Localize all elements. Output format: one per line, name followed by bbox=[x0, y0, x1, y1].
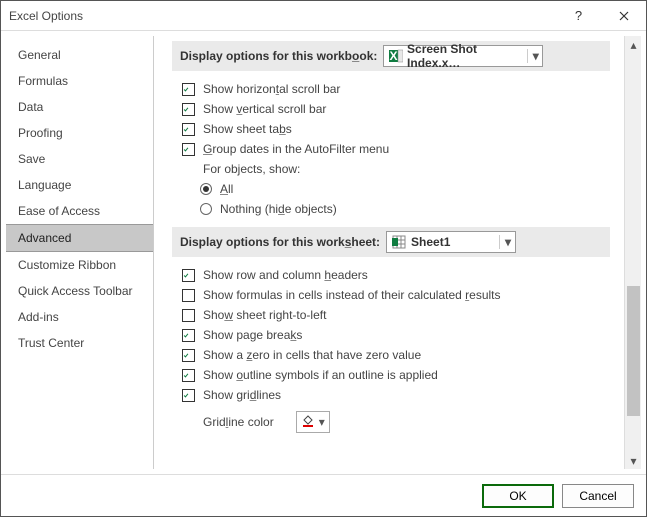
option-show-page-breaks[interactable]: Show page breaks bbox=[172, 325, 610, 345]
option-show-sheet-rtl[interactable]: Show sheet right-to-left bbox=[172, 305, 610, 325]
workbook-section-label: Display options for this workbook: bbox=[180, 49, 377, 63]
workbook-dropdown-value: Screen Shot Index.x… bbox=[407, 42, 523, 70]
titlebar: Excel Options ? bbox=[1, 1, 646, 31]
gridline-color-row: Gridline color ▾ bbox=[172, 405, 610, 436]
dialog-body: General Formulas Data Proofing Save Lang… bbox=[1, 31, 646, 474]
dropdown-arrow-icon: ▾ bbox=[499, 235, 513, 249]
sidebar-item-ease-of-access[interactable]: Ease of Access bbox=[6, 198, 153, 224]
checkbox-checked-icon bbox=[182, 103, 195, 116]
option-label: Show horizontal scroll bar bbox=[203, 82, 340, 96]
worksheet-selector-dropdown[interactable]: Sheet1 ▾ bbox=[386, 231, 516, 253]
worksheet-display-section-header: Display options for this worksheet: Shee… bbox=[172, 227, 610, 257]
sidebar-item-quick-access-toolbar[interactable]: Quick Access Toolbar bbox=[6, 278, 153, 304]
option-show-sheet-tabs[interactable]: Show sheet tabs bbox=[172, 119, 610, 139]
gridline-color-label: Gridline color bbox=[203, 415, 274, 429]
window-title: Excel Options bbox=[9, 9, 556, 23]
sidebar-item-advanced[interactable]: Advanced bbox=[6, 224, 153, 252]
option-group-dates-autofilter[interactable]: Group dates in the AutoFilter menu bbox=[172, 139, 610, 159]
option-label: Show sheet tabs bbox=[203, 122, 292, 136]
sidebar-item-save[interactable]: Save bbox=[6, 146, 153, 172]
sidebar-item-proofing[interactable]: Proofing bbox=[6, 120, 153, 146]
sidebar-item-customize-ribbon[interactable]: Customize Ribbon bbox=[6, 252, 153, 278]
checkbox-checked-icon bbox=[182, 83, 195, 96]
content-wrap: Display options for this workbook: X Scr… bbox=[154, 31, 646, 474]
worksheet-dropdown-value: Sheet1 bbox=[411, 235, 495, 249]
worksheet-section-label: Display options for this worksheet: bbox=[180, 235, 380, 249]
radio-objects-all[interactable]: All bbox=[172, 179, 610, 199]
svg-text:X: X bbox=[389, 49, 397, 63]
option-label: Show page breaks bbox=[203, 328, 302, 342]
checkbox-checked-icon bbox=[182, 269, 195, 282]
radio-objects-nothing[interactable]: Nothing (hide objects) bbox=[172, 199, 610, 219]
option-show-zero-values[interactable]: Show a zero in cells that have zero valu… bbox=[172, 345, 610, 365]
worksheet-icon bbox=[391, 234, 407, 250]
option-label: Show formulas in cells instead of their … bbox=[203, 288, 501, 302]
option-show-formulas[interactable]: Show formulas in cells instead of their … bbox=[172, 285, 610, 305]
option-label: Group dates in the AutoFilter menu bbox=[203, 142, 389, 156]
option-label: Show outline symbols if an outline is ap… bbox=[203, 368, 438, 382]
option-show-vertical-scrollbar[interactable]: Show vertical scroll bar bbox=[172, 99, 610, 119]
radio-unselected-icon bbox=[200, 203, 212, 215]
scrollbar-thumb[interactable] bbox=[627, 286, 640, 416]
sidebar-item-language[interactable]: Language bbox=[6, 172, 153, 198]
option-show-horizontal-scrollbar[interactable]: Show horizontal scroll bar bbox=[172, 79, 610, 99]
for-objects-label: For objects, show: bbox=[172, 159, 610, 179]
ok-button[interactable]: OK bbox=[482, 484, 554, 508]
radio-label: All bbox=[220, 182, 233, 196]
scroll-up-arrow-icon[interactable]: ▴ bbox=[625, 36, 642, 53]
option-label: Show gridlines bbox=[203, 388, 281, 402]
radio-selected-icon bbox=[200, 183, 212, 195]
checkbox-unchecked-icon bbox=[182, 309, 195, 322]
scroll-down-arrow-icon[interactable]: ▾ bbox=[625, 452, 642, 469]
option-show-row-column-headers[interactable]: Show row and column headers bbox=[172, 265, 610, 285]
sidebar-item-data[interactable]: Data bbox=[6, 94, 153, 120]
checkbox-checked-icon bbox=[182, 143, 195, 156]
workbook-selector-dropdown[interactable]: X Screen Shot Index.x… ▾ bbox=[383, 45, 543, 67]
option-show-outline-symbols[interactable]: Show outline symbols if an outline is ap… bbox=[172, 365, 610, 385]
dropdown-arrow-icon: ▾ bbox=[527, 49, 540, 63]
radio-label: Nothing (hide objects) bbox=[220, 202, 337, 216]
option-label: Show vertical scroll bar bbox=[203, 102, 326, 116]
close-button[interactable] bbox=[601, 1, 646, 30]
cancel-button[interactable]: Cancel bbox=[562, 484, 634, 508]
sidebar-item-formulas[interactable]: Formulas bbox=[6, 68, 153, 94]
vertical-scrollbar[interactable]: ▴ ▾ bbox=[624, 36, 641, 469]
checkbox-checked-icon bbox=[182, 123, 195, 136]
dialog-footer: OK Cancel bbox=[1, 474, 646, 516]
workbook-display-section-header: Display options for this workbook: X Scr… bbox=[172, 41, 610, 71]
option-label: Show sheet right-to-left bbox=[203, 308, 326, 322]
excel-options-dialog: Excel Options ? General Formulas Data Pr… bbox=[0, 0, 647, 517]
checkbox-checked-icon bbox=[182, 329, 195, 342]
sidebar-item-general[interactable]: General bbox=[6, 42, 153, 68]
options-content: Display options for this workbook: X Scr… bbox=[154, 31, 624, 474]
checkbox-unchecked-icon bbox=[182, 289, 195, 302]
excel-workbook-icon: X bbox=[388, 48, 403, 64]
checkbox-checked-icon bbox=[182, 389, 195, 402]
option-label: Show a zero in cells that have zero valu… bbox=[203, 348, 421, 362]
sidebar-item-add-ins[interactable]: Add-ins bbox=[6, 304, 153, 330]
help-button[interactable]: ? bbox=[556, 1, 601, 30]
option-show-gridlines[interactable]: Show gridlines bbox=[172, 385, 610, 405]
category-sidebar: General Formulas Data Proofing Save Lang… bbox=[6, 36, 154, 469]
gridline-color-picker[interactable]: ▾ bbox=[296, 411, 330, 433]
paint-bucket-icon bbox=[301, 414, 315, 431]
checkbox-checked-icon bbox=[182, 349, 195, 362]
sidebar-item-trust-center[interactable]: Trust Center bbox=[6, 330, 153, 356]
dropdown-arrow-icon: ▾ bbox=[319, 415, 325, 429]
option-label: Show row and column headers bbox=[203, 268, 368, 282]
checkbox-checked-icon bbox=[182, 369, 195, 382]
